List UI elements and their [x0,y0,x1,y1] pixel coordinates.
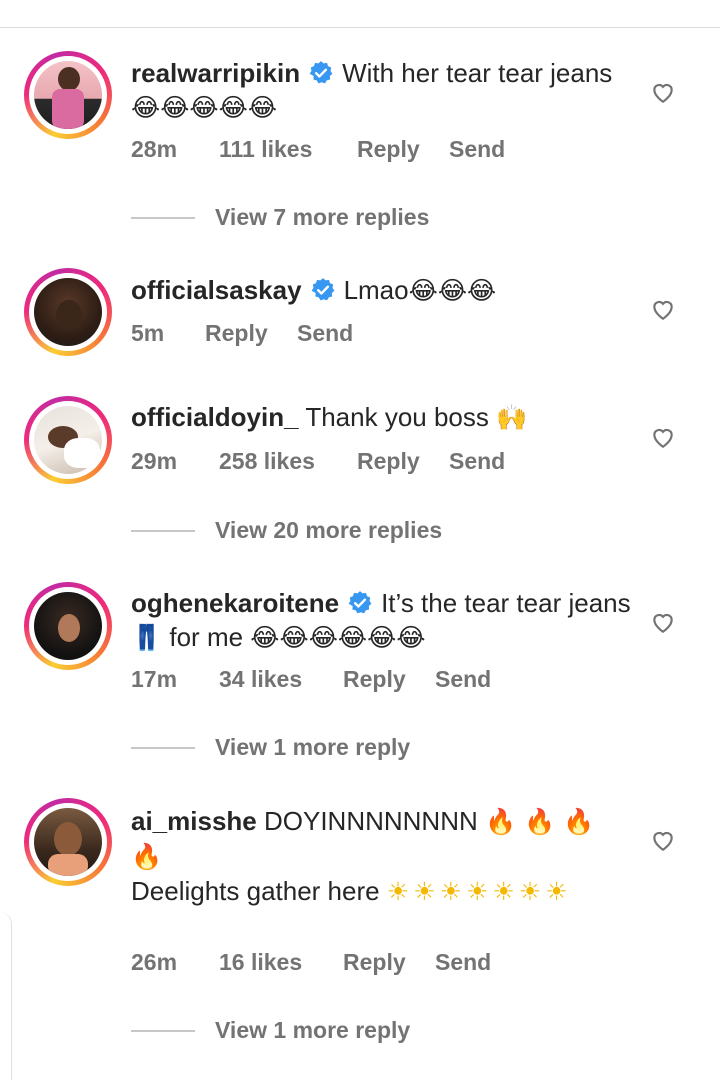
top-divider [0,0,720,28]
send-button[interactable]: Send [297,320,353,347]
comment-body: realwarripikin With her tear tear jeans 😂😂… [131,56,631,125]
verified-badge-icon [309,61,333,84]
avatar[interactable] [24,396,112,484]
reply-button[interactable]: Reply [343,949,435,976]
comment-text: It’s the tear tear jeans [381,588,631,618]
heart-icon[interactable] [650,828,676,852]
avatar[interactable] [24,51,112,139]
comment-text: With her tear tear jeans [342,58,613,88]
likes-count[interactable]: 258 likes [219,448,357,475]
verified-badge-icon [311,278,334,301]
raised-hands-emoji: 🙌 [496,403,528,432]
reply-line [131,1029,195,1032]
comment-time: 29m [131,448,178,474]
jeans-emoji: 👖 [131,623,163,652]
send-button[interactable]: Send [435,949,491,976]
view-replies[interactable]: View 1 more reply [131,734,410,761]
view-replies[interactable]: View 20 more replies [131,517,442,544]
reply-line [131,216,195,219]
laugh-emojis: 😂😂😂😂😂😂 [250,623,426,652]
likes-count[interactable]: 111 likes [219,136,357,163]
heart-icon[interactable] [650,297,676,321]
comment-body: officialdoyin_ Thank you boss 🙌 [131,400,631,435]
view-replies[interactable]: View 7 more replies [131,204,429,231]
comment-body: officialsaskay Lmao😂😂😂 [131,273,631,308]
side-panel-edge [0,912,12,1080]
comment-time: 28m [131,136,178,162]
likes-count[interactable]: 16 likes [219,949,343,976]
send-button[interactable]: Send [449,448,505,475]
heart-icon[interactable] [650,80,676,104]
view-replies-label[interactable]: View 7 more replies [215,204,429,231]
view-replies-label[interactable]: View 1 more reply [215,734,410,761]
comment-text-2: Deelights gather here [131,876,380,906]
avatar[interactable] [24,582,112,670]
comment-username[interactable]: officialsaskay [131,275,302,305]
reply-button[interactable]: Reply [357,448,449,475]
comment-meta: 28m 111 likes Reply Send [131,136,505,163]
comment-username[interactable]: ai_misshe [131,806,257,836]
send-button[interactable]: Send [449,136,505,163]
view-replies-label[interactable]: View 20 more replies [215,517,442,544]
comment-text: Thank you boss [305,402,489,432]
comment-meta: 26m 16 likes Reply Send [131,949,491,976]
heart-icon[interactable] [650,610,676,634]
comment-body: oghenekaroitene It’s the tear tear jeans … [131,586,631,655]
send-button[interactable]: Send [435,666,491,693]
comment-text: DOYINNNNNNNN [263,806,478,836]
comment-meta: 5m Reply Send [131,320,353,347]
comment-meta: 29m 258 likes Reply Send [131,448,505,475]
reply-button[interactable]: Reply [343,666,435,693]
reply-line [131,529,195,532]
comment-username[interactable]: officialdoyin_ [131,402,299,432]
avatar[interactable] [24,268,112,356]
comment-time: 26m [131,949,178,975]
view-replies[interactable]: View 1 more reply [131,1017,410,1044]
heart-icon[interactable] [650,425,676,449]
comment-username[interactable]: realwarripikin [131,58,300,88]
sun-emojis: ☀☀☀☀☀☀☀ [386,877,572,906]
comment-time: 5m [131,320,165,346]
comment-text-2: for me [169,622,244,652]
verified-badge-icon [348,591,372,614]
view-replies-label[interactable]: View 1 more reply [215,1017,410,1044]
comment-meta: 17m 34 likes Reply Send [131,666,491,693]
comment-username[interactable]: oghenekaroitene [131,588,339,618]
laugh-emojis: 😂😂😂 [408,276,497,305]
reply-button[interactable]: Reply [357,136,449,163]
comment-text: Lmao [343,275,409,305]
reply-line [131,746,195,749]
comment-time: 17m [131,666,178,692]
comment-body: ai_misshe DOYINNNNNNNN 🔥 🔥 🔥 🔥 Deelights… [131,804,631,909]
likes-count[interactable]: 34 likes [219,666,343,693]
reply-button[interactable]: Reply [205,320,297,347]
avatar[interactable] [24,798,112,886]
laugh-emojis: 😂😂😂😂😂 [131,93,278,122]
